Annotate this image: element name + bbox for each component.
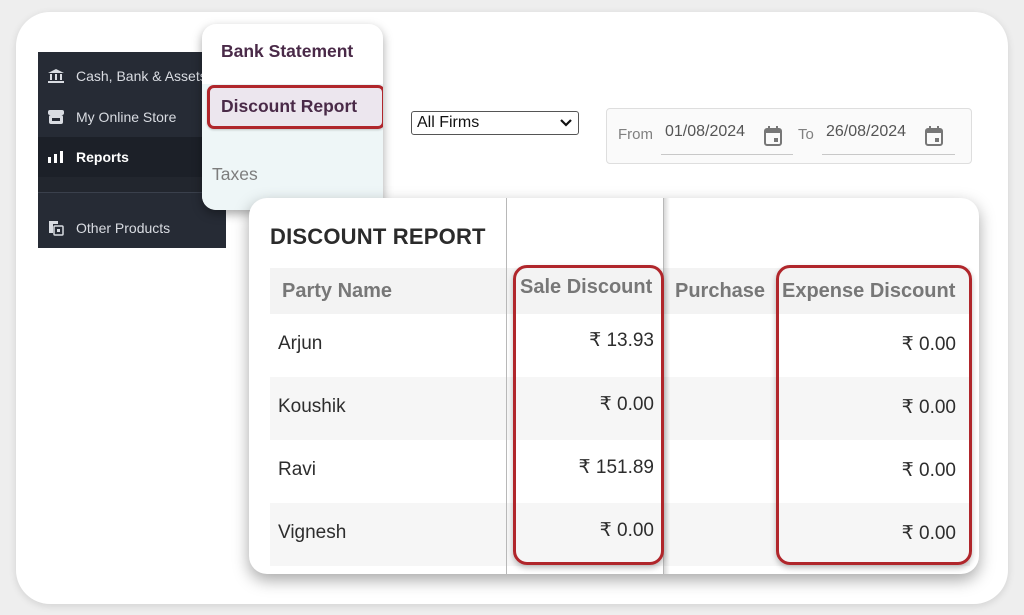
firm-select-value: All Firms [417,114,480,131]
report-title: DISCOUNT REPORT [270,224,486,249]
products-icon [46,220,66,236]
from-date-field[interactable]: 01/08/2024 [661,123,793,155]
party-name-cell: Vignesh [278,522,347,543]
sale-discount-highlight [513,265,664,565]
to-label: To [798,126,814,143]
sidebar: Cash, Bank & Assets My Online Store Repo… [38,52,226,248]
column-header-party-name[interactable]: Party Name [282,280,392,303]
store-icon [46,109,66,125]
sidebar-spacer [38,177,226,192]
party-name-cell: Arjun [278,333,323,354]
submenu-item-taxes[interactable]: Taxes [212,164,258,185]
calendar-icon[interactable] [764,126,782,146]
column-divider-shadow [664,198,670,574]
firm-select[interactable]: All Firms [411,111,579,135]
from-label: From [618,126,653,143]
sidebar-item-reports[interactable]: Reports [38,137,226,177]
sidebar-item-cash-bank-assets[interactable]: Cash, Bank & Assets [38,56,226,96]
to-date-value: 26/08/2024 [826,123,907,140]
sidebar-divider [38,192,226,193]
discount-report-card: DISCOUNT REPORT Party Name Sale Discount… [249,198,979,574]
chevron-down-icon [560,116,572,130]
reports-submenu: Bank Statement Discount Report Taxes [202,24,383,210]
party-name-cell: Koushik [278,396,346,417]
sidebar-item-label: Cash, Bank & Assets [76,68,207,84]
party-name-cell: Ravi [278,459,317,480]
to-date-field[interactable]: 26/08/2024 [822,123,955,155]
expense-discount-highlight [776,265,972,565]
column-divider [506,198,507,574]
calendar-icon[interactable] [925,126,943,146]
sidebar-item-label: Other Products [76,220,171,236]
bar-chart-icon [46,149,66,165]
sidebar-item-my-online-store[interactable]: My Online Store [38,97,226,137]
bank-icon [46,68,66,84]
column-header-purchase[interactable]: Purchase [675,280,765,303]
sidebar-item-label: My Online Store [76,109,177,125]
sidebar-item-other-products[interactable]: Other Products [38,208,226,248]
from-date-value: 01/08/2024 [665,123,746,140]
date-range-filter: From 01/08/2024 To 26/08/2024 [606,108,972,164]
submenu-item-discount-report[interactable]: Discount Report [221,96,357,117]
sidebar-item-label: Reports [76,149,129,165]
submenu-item-bank-statement[interactable]: Bank Statement [221,41,353,62]
